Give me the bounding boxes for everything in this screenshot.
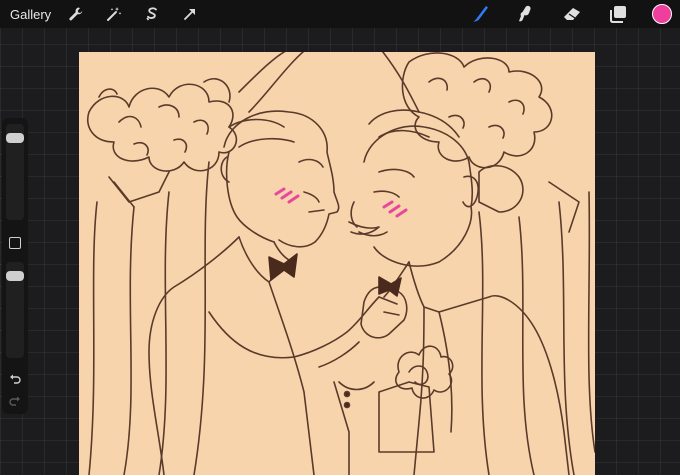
left-sidebar	[2, 118, 28, 414]
modify-button[interactable]	[9, 237, 21, 249]
adjustments-button[interactable]	[103, 3, 125, 25]
eraser-tool-button[interactable]	[560, 2, 584, 26]
sketch-artwork	[87, 52, 595, 475]
undo-icon	[10, 374, 21, 384]
opacity-thumb[interactable]	[6, 270, 24, 281]
gallery-button[interactable]: Gallery	[10, 7, 51, 22]
eraser-icon	[564, 8, 580, 20]
tool-group	[446, 0, 680, 28]
layers-icon	[610, 6, 626, 23]
brush-size-slider[interactable]	[6, 124, 24, 220]
color-picker-button[interactable]	[652, 4, 672, 24]
selection-icon	[146, 7, 158, 21]
brush-tool-button[interactable]	[468, 2, 492, 26]
redo-button[interactable]	[6, 394, 24, 408]
magic-wand-icon	[107, 7, 122, 21]
transform-button[interactable]	[179, 3, 201, 25]
undo-button[interactable]	[6, 372, 24, 386]
selection-button[interactable]	[141, 3, 163, 25]
transform-arrow-icon	[184, 9, 196, 20]
top-toolbar: Gallery	[0, 0, 680, 28]
brush-size-thumb[interactable]	[6, 132, 24, 143]
wrench-icon	[69, 7, 83, 21]
layers-button[interactable]	[606, 2, 630, 26]
smudge-icon	[519, 5, 531, 22]
brush-icon	[473, 6, 488, 22]
opacity-slider[interactable]	[6, 262, 24, 358]
redo-icon	[9, 396, 20, 406]
actions-button[interactable]	[65, 3, 87, 25]
drawing-canvas[interactable]	[79, 52, 595, 475]
smudge-tool-button[interactable]	[514, 2, 538, 26]
